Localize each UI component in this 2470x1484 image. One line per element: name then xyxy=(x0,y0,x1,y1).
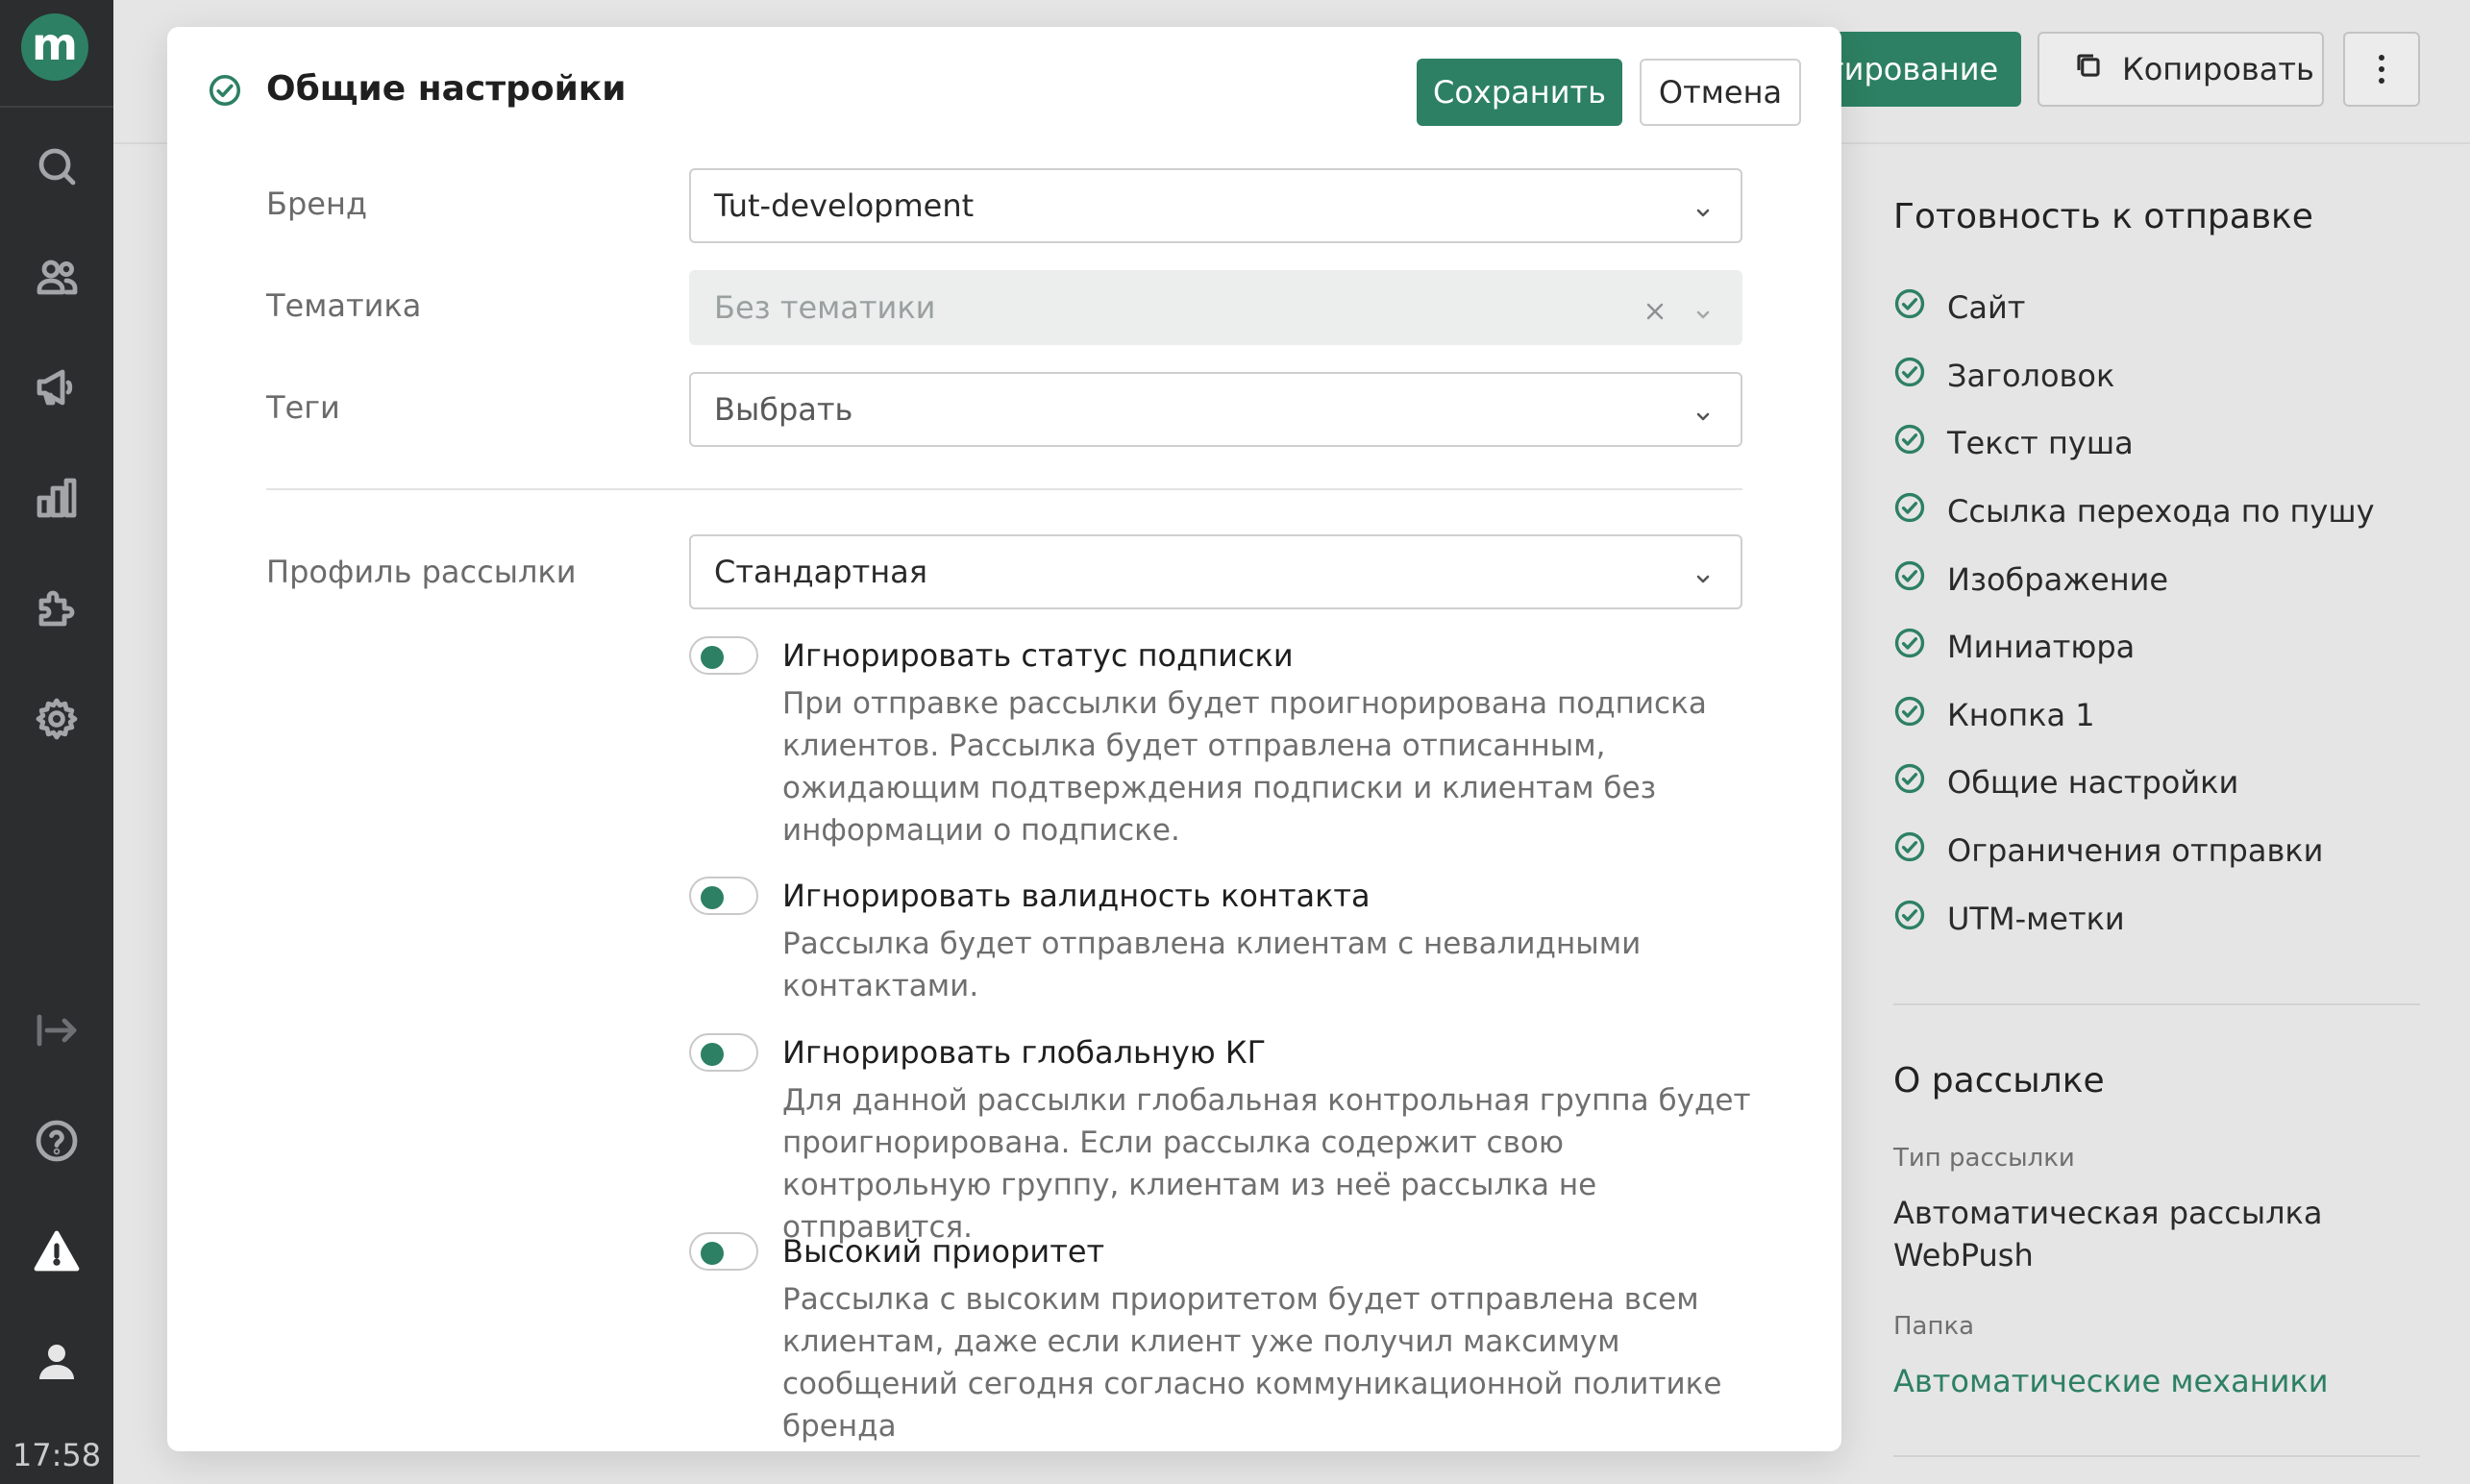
profile-value: Стандартная xyxy=(714,554,927,590)
topic-value: Без тематики xyxy=(714,289,936,326)
check-circle-icon xyxy=(1893,423,1926,463)
save-button[interactable]: Сохранить xyxy=(1417,59,1622,126)
readiness-item-label: Сайт xyxy=(1947,289,2026,327)
help-icon[interactable] xyxy=(28,1112,86,1170)
readiness-item-label: UTM-метки xyxy=(1947,900,2125,937)
tags-value: Выбрать xyxy=(714,391,853,428)
check-circle-icon xyxy=(1893,762,1926,803)
readiness-item-label: Заголовок xyxy=(1947,357,2115,394)
readiness-item: Кнопка 1 xyxy=(1893,681,2375,750)
logo[interactable]: m xyxy=(21,13,88,81)
check-circle-icon xyxy=(1893,899,1926,939)
check-circle-icon xyxy=(1893,830,1926,871)
modal-title: Общие настройки xyxy=(266,69,627,109)
readiness-item: Ссылка перехода по пушу xyxy=(1893,478,2375,546)
megaphone-icon[interactable] xyxy=(28,359,86,416)
toggle-switch[interactable] xyxy=(689,1232,758,1271)
more-vertical-icon xyxy=(2379,55,2384,84)
readiness-item-label: Миниатюра xyxy=(1947,629,2136,666)
logout-icon[interactable] xyxy=(28,1002,86,1059)
panel-divider-bottom xyxy=(1893,1455,2420,1457)
folder-label: Папка xyxy=(1893,1312,1975,1341)
toggle-description: Рассылка будет отправлена клиентам с нев… xyxy=(782,927,1642,1003)
check-circle-icon xyxy=(1893,491,1926,532)
topic-label: Тематика xyxy=(266,287,422,324)
check-circle-icon xyxy=(1893,356,1926,396)
toggle-title: Высокий приоритет xyxy=(782,1233,1105,1270)
topic-select[interactable]: Без тематики xyxy=(689,270,1742,345)
copy-button-label: Копировать xyxy=(2122,51,2314,87)
chevron-down-icon xyxy=(1692,297,1714,319)
chevron-down-icon xyxy=(1692,399,1714,421)
readiness-item-label: Кнопка 1 xyxy=(1947,696,2095,733)
edit-button[interactable]: тирование xyxy=(1816,32,2021,107)
chevron-down-icon xyxy=(1692,195,1714,217)
tags-label: Теги xyxy=(266,389,340,426)
toggle-switch[interactable] xyxy=(689,877,758,915)
readiness-item-label: Ссылка перехода по пушу xyxy=(1947,493,2375,531)
readiness-list: Сайт Заголовок Текст пуша Ссылка перехода п… xyxy=(1893,274,2375,952)
tags-select[interactable]: Выбрать xyxy=(689,372,1742,447)
more-button[interactable] xyxy=(2343,32,2420,107)
general-settings-modal: Общие настройки Сохранить Отмена Бренд T… xyxy=(167,27,1841,1451)
check-circle-icon xyxy=(208,73,242,111)
about-title: О рассылке xyxy=(1893,1061,2105,1101)
brand-value: Tut-development xyxy=(714,187,975,224)
cancel-button[interactable]: Отмена xyxy=(1640,59,1801,126)
brand-select[interactable]: Tut-development xyxy=(689,168,1742,243)
readiness-item-label: Ограничения отправки xyxy=(1947,832,2324,870)
toggle-switch[interactable] xyxy=(689,1033,758,1072)
toggle-description: Для данной рассылки глобальная контрольн… xyxy=(782,1083,1751,1245)
campaign-type-value: Автоматическая рассылка WebPush xyxy=(1893,1195,2323,1274)
section-divider xyxy=(266,488,1742,490)
check-circle-icon xyxy=(1893,695,1926,735)
chart-icon[interactable] xyxy=(28,469,86,527)
edit-button-label: тирование xyxy=(1826,51,1999,87)
readiness-item: Общие настройки xyxy=(1893,749,2375,817)
readiness-item: Изображение xyxy=(1893,545,2375,613)
toggle-description: Рассылка с высоким приоритетом будет отп… xyxy=(782,1282,1722,1444)
check-circle-icon xyxy=(1893,627,1926,667)
readiness-title: Готовность к отправке xyxy=(1893,197,2313,236)
sidebar: m 17:58 xyxy=(0,0,113,1484)
check-circle-icon xyxy=(1893,559,1926,600)
toggle-title: Игнорировать глобальную КГ xyxy=(782,1034,1267,1071)
panel-divider xyxy=(1893,1003,2420,1005)
campaign-type-label: Тип рассылки xyxy=(1893,1144,2075,1173)
clear-icon[interactable] xyxy=(1643,295,1667,320)
readiness-item-label: Изображение xyxy=(1947,560,2169,598)
sidebar-divider xyxy=(0,106,113,108)
profile-label: Профиль рассылки xyxy=(266,554,577,590)
readiness-item: Текст пуша xyxy=(1893,409,2375,478)
readiness-item: UTM-метки xyxy=(1893,884,2375,952)
readiness-item: Миниатюра xyxy=(1893,613,2375,681)
puzzle-icon[interactable] xyxy=(28,580,86,637)
copy-icon xyxy=(2074,51,2103,87)
toggle-switch[interactable] xyxy=(689,636,758,675)
warning-icon[interactable] xyxy=(28,1223,86,1280)
check-circle-icon xyxy=(1893,287,1926,328)
readiness-item: Заголовок xyxy=(1893,342,2375,410)
readiness-item-label: Общие настройки xyxy=(1947,764,2239,802)
gear-icon[interactable] xyxy=(28,690,86,748)
toggle-title: Игнорировать статус подписки xyxy=(782,637,1294,674)
readiness-item-label: Текст пуша xyxy=(1947,425,2134,462)
users-icon[interactable] xyxy=(28,248,86,306)
readiness-item: Сайт xyxy=(1893,274,2375,342)
brand-label: Бренд xyxy=(266,186,367,222)
chevron-down-icon xyxy=(1692,561,1714,583)
readiness-item: Ограничения отправки xyxy=(1893,817,2375,885)
clock: 17:58 xyxy=(12,1437,102,1473)
copy-button[interactable]: Копировать xyxy=(2038,32,2324,107)
search-icon[interactable] xyxy=(28,137,86,195)
toggle-title: Игнорировать валидность контакта xyxy=(782,878,1371,914)
toggle-description: При отправке рассылки будет проигнориров… xyxy=(782,686,1707,848)
user-icon[interactable] xyxy=(28,1333,86,1391)
profile-select[interactable]: Стандартная xyxy=(689,534,1742,609)
folder-link[interactable]: Автоматические механики xyxy=(1893,1363,2329,1399)
